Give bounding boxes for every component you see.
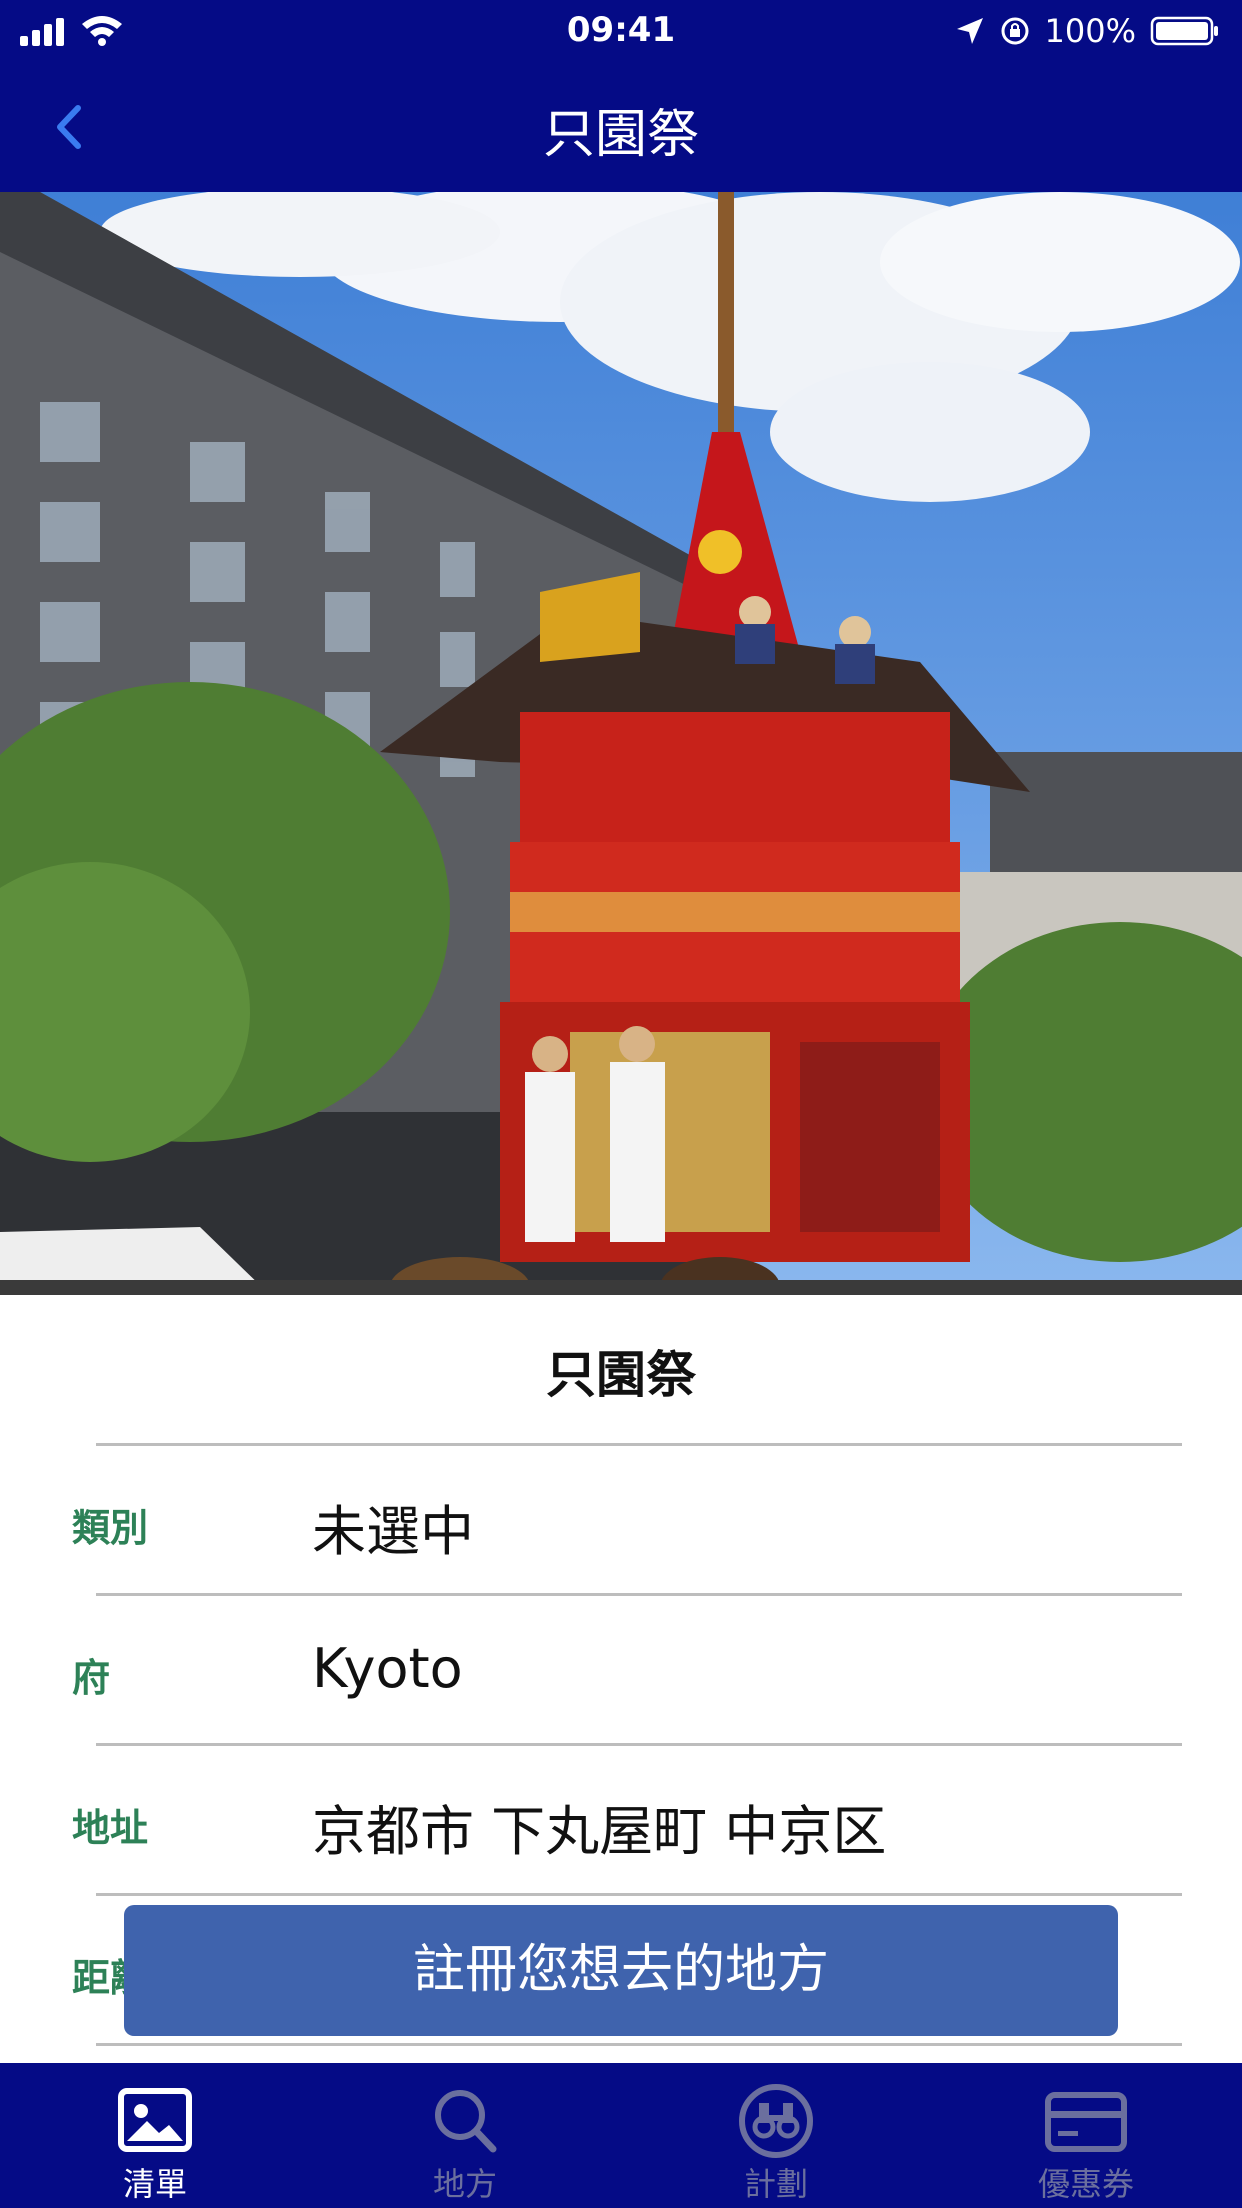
place-title: 只園祭 bbox=[546, 1346, 696, 1404]
status-bar: 09:41 100% bbox=[0, 0, 1242, 62]
detail-row-address: 地址 京都市 下丸屋町 中京区 bbox=[0, 1743, 1242, 1893]
location-arrow-icon bbox=[956, 18, 983, 44]
tab-label-list: 清單 bbox=[122, 2165, 187, 2203]
binoculars-icon bbox=[739, 2084, 813, 2158]
row-divider bbox=[96, 1443, 1182, 1446]
tab-list[interactable]: 清單 bbox=[55, 2063, 255, 2208]
tab-label-plan: 計劃 bbox=[743, 2165, 808, 2203]
row-divider bbox=[96, 1743, 1182, 1746]
row-divider bbox=[96, 1893, 1182, 1896]
row-value-prefecture: Kyoto bbox=[312, 1637, 463, 1700]
battery-percent: 100% bbox=[1044, 12, 1136, 50]
row-label-address: 地址 bbox=[72, 1806, 149, 1850]
orientation-lock-icon bbox=[1001, 17, 1029, 45]
row-label-prefecture: 府 bbox=[72, 1656, 111, 1700]
battery-icon bbox=[1150, 16, 1218, 46]
festival-photo bbox=[0, 192, 1242, 1295]
tab-places[interactable]: 地方 bbox=[365, 2063, 565, 2208]
tab-bar: 清單 地方 計劃 優惠券 bbox=[0, 2063, 1242, 2208]
tab-label-coupons: 優惠券 bbox=[1037, 2165, 1134, 2203]
detail-row-category: 類別 未選中 bbox=[0, 1443, 1242, 1593]
navigation-bar: 只園祭 bbox=[0, 62, 1242, 192]
row-value-address: 京都市 下丸屋町 中京区 bbox=[312, 1800, 887, 1863]
tab-plan[interactable]: 計劃 bbox=[676, 2063, 876, 2208]
row-label-category: 類別 bbox=[72, 1506, 149, 1550]
detail-row-prefecture: 府 Kyoto bbox=[0, 1593, 1242, 1743]
status-right-group: 100% bbox=[955, 12, 1220, 50]
row-divider bbox=[96, 2043, 1182, 2046]
tab-label-places: 地方 bbox=[432, 2165, 497, 2203]
photo-icon bbox=[118, 2088, 192, 2152]
row-divider bbox=[96, 1593, 1182, 1596]
register-place-button[interactable]: 註冊您想去的地方 bbox=[124, 1905, 1118, 2036]
tab-coupons[interactable]: 優惠券 bbox=[986, 2063, 1186, 2208]
search-icon bbox=[435, 2090, 497, 2153]
card-icon bbox=[1045, 2092, 1127, 2152]
row-value-category: 未選中 bbox=[312, 1500, 474, 1563]
nav-title: 只園祭 bbox=[542, 105, 699, 165]
detail-row-bottom-divider bbox=[0, 2043, 1242, 2063]
